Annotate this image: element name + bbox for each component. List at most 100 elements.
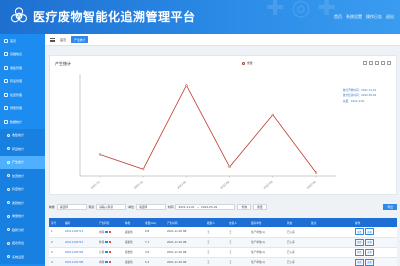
unit-select[interactable]: 请选择 <box>135 203 166 210</box>
dept-flag-icon <box>105 260 108 264</box>
dept-input[interactable]: 请输入科室 <box>96 203 127 210</box>
sidebar-item[interactable]: 产生统计 <box>0 155 45 169</box>
table-header-cell[interactable]: 产生科室 <box>97 218 123 227</box>
table-row[interactable]: 2 20211102712 外科 感染性 7.1 2021-11-02 08: 王 王 生产单位… <box>49 237 397 248</box>
sidebar-item[interactable]: 收集统计 <box>0 128 45 142</box>
panel-title: 产生统计 <box>55 61 71 66</box>
sidebar-item[interactable]: 首页 <box>0 34 45 48</box>
sidebar-item-icon <box>4 38 8 43</box>
table-cell: 2021-11-02 08: <box>165 257 205 266</box>
cell-text: 2021-11-02 08: <box>167 240 188 244</box>
sidebar-item[interactable]: 处置统计 <box>0 169 45 183</box>
table-header-cell[interactable]: 操作 <box>353 218 397 227</box>
sidebar-item-icon <box>4 52 8 57</box>
sidebar-item[interactable]: 处置管理 <box>0 88 45 102</box>
sidebar-item[interactable]: 系统设置 <box>0 250 45 264</box>
table-header-cell[interactable]: 交接人 <box>227 218 249 227</box>
table-row[interactable]: 1 20211102713 内科 感染性 6.8 2021-11-02 08: 王 王 生产单位… <box>49 227 397 238</box>
sidebar-item-icon <box>7 187 10 191</box>
header-link-log[interactable]: 操作日志 <box>366 14 382 20</box>
sidebar-item-label: 收集管理 <box>10 65 23 70</box>
sidebar-item[interactable]: 类别统计 <box>0 196 45 210</box>
x-tick-label: 2022-02 <box>219 179 230 189</box>
table-header-cell[interactable]: 产生时间 <box>165 218 205 227</box>
table-header-cell[interactable]: 状态 <box>285 218 309 227</box>
cell-text: 4 <box>51 260 53 264</box>
date-range-input[interactable]: 2021-11-01 ~ 2022-05-02 <box>175 203 236 210</box>
table-header-cell[interactable]: 种类 <box>123 218 143 227</box>
sidebar-item[interactable]: 趋势分析 <box>0 223 45 237</box>
table-cell: 感染性 <box>123 257 143 266</box>
cell-text: 7.1 <box>145 240 150 244</box>
table-cell[interactable]: 20211102708 <box>63 257 97 266</box>
chart-legend[interactable]: 重量 <box>242 61 253 65</box>
table-header-cell[interactable]: 重量(KG) <box>143 218 165 227</box>
tab-active[interactable]: 产生统计 <box>71 36 89 43</box>
data-view-icon[interactable] <box>375 61 379 65</box>
table-header-cell[interactable]: 备注 <box>309 218 353 227</box>
zoom-icon[interactable] <box>363 61 367 65</box>
sidebar-item-icon <box>4 65 8 70</box>
data-point <box>98 153 102 156</box>
sidebar-item-label: 系统设置 <box>12 254 25 259</box>
track-button[interactable]: 追溯 <box>365 238 374 246</box>
data-point <box>271 113 274 116</box>
type-select[interactable]: 请选择 <box>56 203 87 210</box>
table-cell[interactable]: 20211102713 <box>63 227 97 238</box>
restore-icon[interactable] <box>369 61 373 65</box>
reset-button[interactable]: 重置 <box>253 203 267 210</box>
sidebar-item[interactable]: 转运统计 <box>0 142 45 156</box>
info-total: 总量：1921.4 KG <box>343 99 365 103</box>
table-header-row: 序号 编码 产生科室 种类 重量(KG) 产生时间 收集人 交接人 储存单位 状态 备注 操作 <box>49 218 397 227</box>
header-link-home[interactable]: 首页 <box>334 14 342 20</box>
table-header-cell[interactable]: 储存单位 <box>249 218 285 227</box>
search-button[interactable]: 查询 <box>237 203 252 210</box>
breadcrumb-home[interactable]: 首页 <box>60 38 66 42</box>
menu-toggle-icon[interactable] <box>50 37 55 42</box>
cell-text: 20211102713 <box>65 230 84 234</box>
line-toggle-icon[interactable] <box>381 61 385 65</box>
table-header-cell[interactable]: 编码 <box>63 218 97 227</box>
sidebar-item[interactable]: 基础信息 <box>0 48 45 62</box>
table-row[interactable]: 3 20211102709 儿科 损伤性 3.6 2021-11-02 08: 王 王 生产单位… <box>49 247 397 258</box>
table-cell[interactable]: 20211102712 <box>63 237 97 248</box>
x-tick-label: 2021-12 <box>133 179 144 189</box>
cell-text: 2021-11-02 08: <box>167 260 188 264</box>
track-button[interactable]: 追溯 <box>365 258 374 266</box>
dept-flag-icon <box>105 230 108 233</box>
header-link-logout[interactable]: 退出 <box>386 14 394 20</box>
table-header-cell[interactable]: 收集人 <box>205 218 227 227</box>
table-cell: 内科 <box>97 257 123 266</box>
track-button[interactable]: 追溯 <box>365 228 374 236</box>
sidebar-item[interactable]: 重量统计 <box>0 209 45 223</box>
track-button[interactable]: 追溯 <box>365 248 374 256</box>
cell-text: 20211102709 <box>65 250 84 254</box>
view-button[interactable]: 查看 <box>355 248 364 256</box>
sidebar-item[interactable]: 报表导出 <box>0 236 45 250</box>
table-cell <box>309 227 353 238</box>
view-button[interactable]: 查看 <box>355 258 364 266</box>
header-decoration: ✚ ◎ ✚ <box>265 0 336 21</box>
cell-text: 内科 <box>99 230 105 234</box>
download-icon[interactable] <box>387 61 391 65</box>
view-button[interactable]: 查看 <box>355 228 364 236</box>
cell-text: 王 <box>207 241 210 244</box>
table-cell: 4 <box>49 257 63 266</box>
sidebar-item-icon <box>4 119 8 124</box>
export-button[interactable]: 导出 <box>383 203 397 210</box>
cell-text: 王 <box>207 251 210 254</box>
sidebar-item[interactable]: 科室统计 <box>0 182 45 196</box>
sidebar-item[interactable]: 转运管理 <box>0 75 45 89</box>
x-tick-label: 2022-04 <box>306 179 317 189</box>
table-cell[interactable]: 20211102709 <box>63 247 97 258</box>
cell-text: 已入库 <box>287 251 295 254</box>
header-link-settings[interactable]: 系统设置 <box>346 14 362 20</box>
table-row[interactable]: 4 20211102708 内科 感染性 5.2 2021-11-02 08: 王 王 生产单位… <box>49 257 397 266</box>
chart-tools <box>363 61 391 65</box>
sidebar-item[interactable]: 预警管理 <box>0 102 45 116</box>
sidebar-item[interactable]: 数据统计 <box>0 115 45 129</box>
view-button[interactable]: 查看 <box>355 238 364 246</box>
header-links: 首页 系统设置 操作日志 退出 <box>334 14 394 20</box>
table-header-cell[interactable]: 序号 <box>49 218 63 227</box>
sidebar-item[interactable]: 收集管理 <box>0 61 45 75</box>
